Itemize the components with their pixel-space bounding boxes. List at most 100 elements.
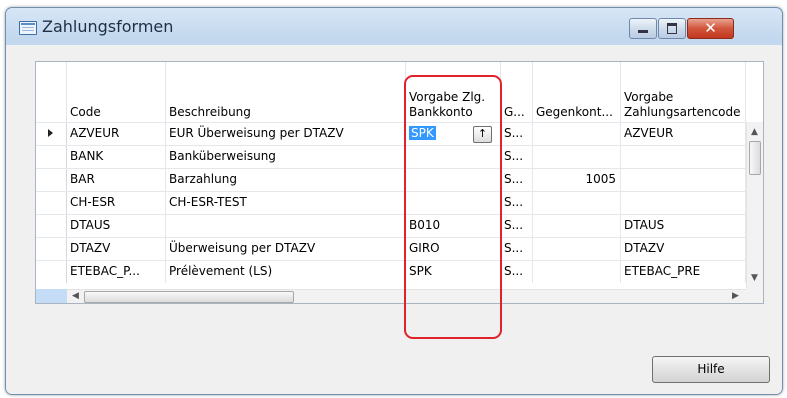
cell-value: EUR Überweisung per DTAZV xyxy=(169,126,344,140)
cell-zahlungsart[interactable] xyxy=(621,169,746,191)
cell-beschreibung[interactable]: Überweisung per DTAZV xyxy=(166,238,406,260)
cell-gegenkonto[interactable] xyxy=(533,261,621,283)
minimize-button[interactable] xyxy=(629,18,657,39)
table-form-icon xyxy=(19,21,37,35)
cell-code[interactable]: CH-ESR xyxy=(67,192,166,214)
column-header-zahlungsart[interactable]: Vorgabe Zahlungsartencode xyxy=(621,62,746,122)
cell-gegenkonto[interactable]: 1005 xyxy=(533,169,621,191)
cell-value: DTAZV xyxy=(624,241,665,255)
cell-gegenkonto[interactable] xyxy=(533,215,621,237)
maximize-button[interactable] xyxy=(658,18,686,39)
column-header-g[interactable]: G... xyxy=(501,62,533,122)
cell-value: S... xyxy=(504,264,524,278)
cell-gegenkonto[interactable] xyxy=(533,192,621,214)
zahlungsformen-window: Zahlungsformen ✕ Code Beschreibung Vorgabe… xyxy=(5,7,783,395)
table-row[interactable]: BAR Barzahlung S... 1005 xyxy=(36,168,746,191)
cell-g[interactable]: S... xyxy=(501,261,533,283)
horizontal-scroll-thumb[interactable] xyxy=(84,291,294,303)
cell-gegenkonto[interactable] xyxy=(533,146,621,168)
cell-value: Barzahlung xyxy=(169,172,237,186)
cell-value: DTAZV xyxy=(70,241,111,255)
column-header-label: Beschreibung xyxy=(169,105,251,119)
cell-zahlungsart[interactable] xyxy=(621,192,746,214)
close-icon: ✕ xyxy=(704,19,717,37)
vertical-scrollbar[interactable]: ▲ ▼ xyxy=(746,122,763,289)
cell-beschreibung[interactable]: Prélèvement (LS) xyxy=(166,261,406,283)
cell-value: 1005 xyxy=(585,172,616,186)
cell-beschreibung[interactable] xyxy=(166,215,406,237)
cell-code[interactable]: BANK xyxy=(67,146,166,168)
cell-value: CH-ESR-TEST xyxy=(169,195,247,209)
title-bar[interactable]: Zahlungsformen ✕ xyxy=(6,8,782,44)
cell-gegenkonto[interactable] xyxy=(533,123,621,145)
row-selector[interactable] xyxy=(36,238,67,260)
scroll-down-icon[interactable]: ▼ xyxy=(751,273,758,283)
table-row[interactable]: AZVEUR EUR Überweisung per DTAZV SPK ↑ S... A… xyxy=(36,122,746,145)
cell-code[interactable]: DTAZV xyxy=(67,238,166,260)
scroll-right-icon[interactable]: ▶ xyxy=(732,291,739,301)
cell-zahlungsart[interactable]: ETEBAC_PRE xyxy=(621,261,746,283)
window-title: Zahlungsformen xyxy=(42,17,174,36)
cell-value: S... xyxy=(504,218,524,232)
row-selector[interactable] xyxy=(36,215,67,237)
cell-gegenkonto[interactable] xyxy=(533,238,621,260)
cell-g[interactable]: S... xyxy=(501,146,533,168)
column-header-code[interactable]: Code xyxy=(67,62,166,122)
cell-value: DTAUS xyxy=(70,218,111,232)
cell-g[interactable]: S... xyxy=(501,192,533,214)
table-row[interactable]: ETEBAC_P... Prélèvement (LS) SPK S... ETEBAC… xyxy=(36,260,746,283)
column-header-label: G... xyxy=(504,105,525,119)
cell-zahlungsart[interactable] xyxy=(621,146,746,168)
cell-zahlungsart[interactable]: DTAUS xyxy=(621,215,746,237)
help-button[interactable]: Hilfe xyxy=(652,356,770,383)
cell-code[interactable]: BAR xyxy=(67,169,166,191)
table-row[interactable]: DTAZV Überweisung per DTAZV GIRO S... DTAZV xyxy=(36,237,746,260)
cell-value: S... xyxy=(504,195,524,209)
cell-beschreibung[interactable]: Barzahlung xyxy=(166,169,406,191)
cell-value: CH-ESR xyxy=(70,195,116,209)
cell-g[interactable]: S... xyxy=(501,238,533,260)
minimize-icon xyxy=(638,30,648,33)
cell-code[interactable]: AZVEUR xyxy=(67,123,166,145)
cell-value: BANK xyxy=(70,149,104,163)
cell-value: S... xyxy=(504,149,524,163)
maximize-icon xyxy=(667,23,677,34)
table-row[interactable]: BANK Banküberweisung S... xyxy=(36,145,746,168)
row-selector[interactable] xyxy=(36,123,67,145)
column-header-beschreibung[interactable]: Beschreibung xyxy=(166,62,406,122)
vertical-scroll-thumb[interactable] xyxy=(749,141,761,175)
scroll-left-icon[interactable]: ◀ xyxy=(72,291,79,301)
cell-code[interactable]: DTAUS xyxy=(67,215,166,237)
column-header-label: Code xyxy=(70,105,101,119)
cell-value: ETEBAC_PRE xyxy=(624,264,701,278)
row-selector[interactable] xyxy=(36,261,67,283)
cell-value: Überweisung per DTAZV xyxy=(169,241,316,255)
cell-value: Prélèvement (LS) xyxy=(169,264,273,278)
cell-value: ETEBAC_P... xyxy=(70,264,140,278)
cell-code[interactable]: ETEBAC_P... xyxy=(67,261,166,283)
payment-methods-grid: Code Beschreibung Vorgabe Zlg. Bankkonto G.… xyxy=(35,61,764,304)
cell-beschreibung[interactable]: CH-ESR-TEST xyxy=(166,192,406,214)
column-header-gegenkonto[interactable]: Gegenkont... xyxy=(533,62,621,122)
cell-g[interactable]: S... xyxy=(501,169,533,191)
cell-value: S... xyxy=(504,126,524,140)
cell-value: S... xyxy=(504,241,524,255)
row-selector[interactable] xyxy=(36,192,67,214)
scroll-up-icon[interactable]: ▲ xyxy=(751,127,758,137)
cell-beschreibung[interactable]: Banküberweisung xyxy=(166,146,406,168)
cell-value: BAR xyxy=(70,172,95,186)
table-row[interactable]: DTAUS B010 S... DTAUS xyxy=(36,214,746,237)
cell-g[interactable]: S... xyxy=(501,123,533,145)
header-selector xyxy=(36,62,67,122)
row-selector[interactable] xyxy=(36,169,67,191)
scrollbar-corner xyxy=(746,289,763,303)
cell-zahlungsart[interactable]: DTAZV xyxy=(621,238,746,260)
highlight-box xyxy=(404,75,502,339)
cell-beschreibung[interactable]: EUR Überweisung per DTAZV xyxy=(166,123,406,145)
row-selector[interactable] xyxy=(36,146,67,168)
column-header-label: Gegenkont... xyxy=(536,105,613,119)
cell-g[interactable]: S... xyxy=(501,215,533,237)
close-button[interactable]: ✕ xyxy=(687,18,734,39)
cell-zahlungsart[interactable]: AZVEUR xyxy=(621,123,746,145)
table-row[interactable]: CH-ESR CH-ESR-TEST S... xyxy=(36,191,746,214)
